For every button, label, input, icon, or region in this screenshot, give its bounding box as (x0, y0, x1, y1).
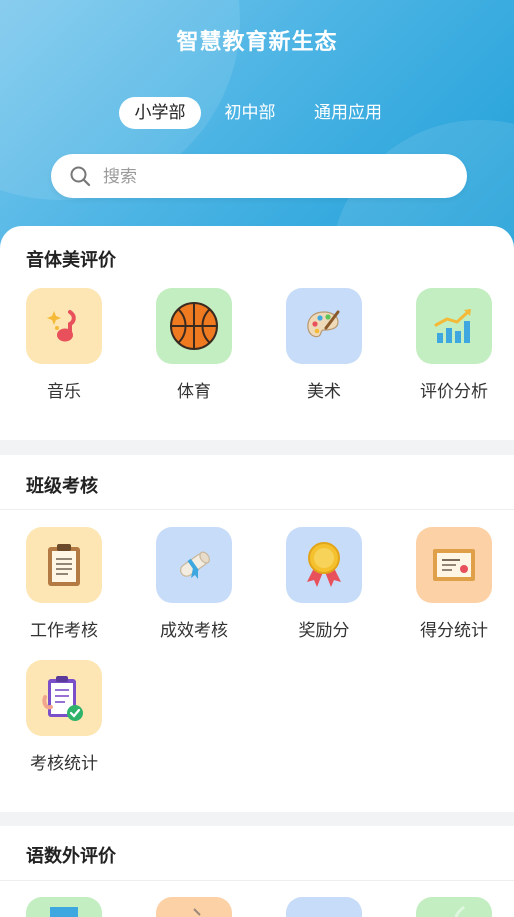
basketball-icon (156, 288, 232, 364)
app-music[interactable]: 音乐 (4, 288, 124, 402)
app-label: 考核统计 (30, 754, 98, 774)
header-banner: 智慧教育新生态 小学部 初中部 通用应用 (0, 0, 514, 260)
clipboard-icon (26, 527, 102, 603)
section-title: 语数外评价 (26, 846, 116, 867)
search-input[interactable] (101, 160, 445, 194)
palette-icon (286, 288, 362, 364)
app-label: 成效考核 (160, 621, 228, 641)
section-class-assessment: 班级考核 工作考核 成效考核 奖励分 得分统计 考核统计 (0, 455, 514, 812)
app-other[interactable] (394, 897, 514, 917)
globe-icon (286, 897, 362, 917)
app-work-assessment[interactable]: 工作考核 (4, 527, 124, 641)
music-note-icon (26, 288, 102, 364)
scroll-icon (156, 527, 232, 603)
tab-general-apps[interactable]: 通用应用 (298, 97, 398, 129)
app-reward-points[interactable]: 奖励分 (264, 527, 384, 641)
search-bar[interactable] (51, 154, 467, 198)
tab-primary-school[interactable]: 小学部 (119, 97, 201, 129)
section-title: 班级考核 (26, 476, 98, 497)
section-arts-evaluation: 音体美评价 音乐 体育 美术 评价分析 (0, 226, 514, 440)
book-icon (26, 897, 102, 917)
divider (0, 880, 514, 881)
app-art[interactable]: 美术 (264, 288, 384, 402)
app-label: 体育 (177, 382, 211, 402)
app-label: 工作考核 (30, 621, 98, 641)
pen-icon (156, 897, 232, 917)
app-label: 得分统计 (420, 621, 488, 641)
checklist-icon (26, 660, 102, 736)
section-title: 音体美评价 (26, 250, 116, 271)
app-label: 音乐 (47, 382, 81, 402)
app-effectiveness-assessment[interactable]: 成效考核 (134, 527, 254, 641)
page-title: 智慧教育新生态 (176, 30, 338, 55)
medal-icon (286, 527, 362, 603)
app-math[interactable] (134, 897, 254, 917)
section-language-evaluation: 语数外评价 (0, 826, 514, 917)
app-label: 美术 (307, 382, 341, 402)
app-sports[interactable]: 体育 (134, 288, 254, 402)
app-label: 评价分析 (420, 382, 488, 402)
app-evaluation-analysis[interactable]: 评价分析 (394, 288, 514, 402)
bar-chart-icon (416, 288, 492, 364)
search-icon (70, 166, 91, 187)
category-tabs: 小学部 初中部 通用应用 (0, 97, 514, 131)
app-assessment-statistics[interactable]: 考核统计 (4, 660, 124, 774)
leaf-icon (416, 897, 492, 917)
certificate-icon (416, 527, 492, 603)
app-chinese[interactable] (4, 897, 124, 917)
divider (0, 509, 514, 510)
tab-middle-school[interactable]: 初中部 (209, 97, 291, 129)
app-label: 奖励分 (298, 621, 350, 641)
app-score-statistics[interactable]: 得分统计 (394, 527, 514, 641)
app-english[interactable] (264, 897, 384, 917)
